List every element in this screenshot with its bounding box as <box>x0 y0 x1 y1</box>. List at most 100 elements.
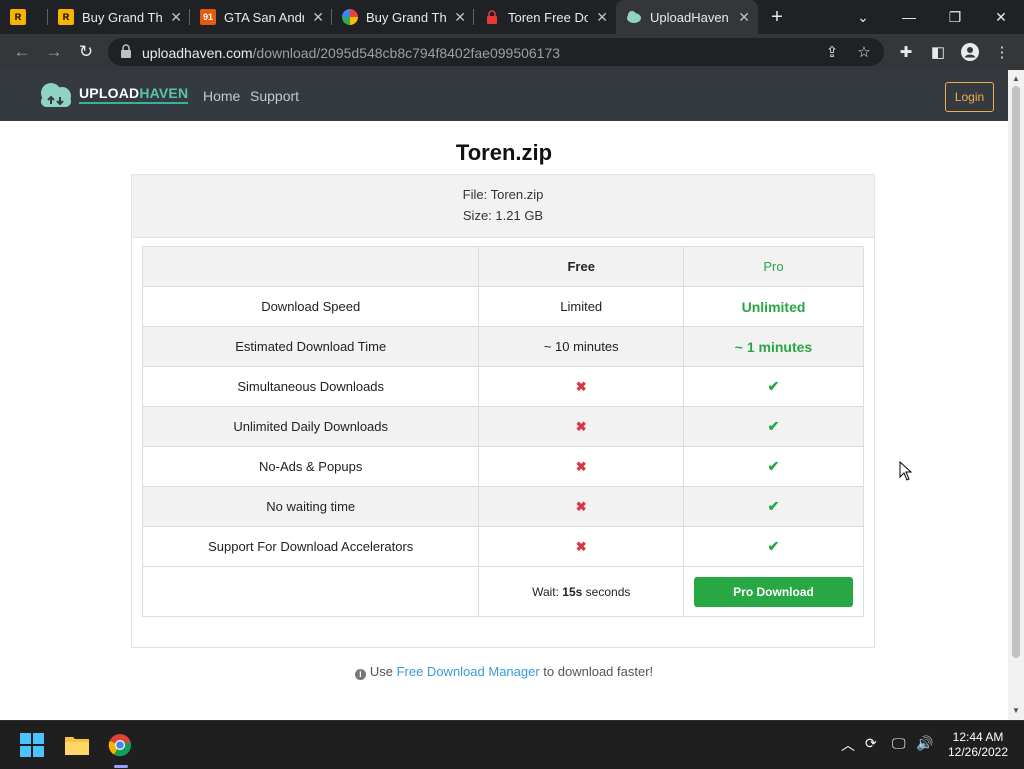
browser-tab[interactable]: Buy Grand The ✕ <box>332 0 474 34</box>
red-lock-icon <box>484 9 500 25</box>
table-row: Unlimited Daily Downloads ✖ ✔ <box>141 406 864 447</box>
pro-value: ✔ <box>683 486 864 527</box>
info-icon: i <box>354 669 366 680</box>
table-row: Download Speed Limited Unlimited <box>141 286 864 327</box>
table-row: No waiting time ✖ ✔ <box>141 486 864 527</box>
table-header-row: Free Pro <box>141 246 864 287</box>
rockstar-icon: R <box>10 9 26 25</box>
free-column-header: Free <box>478 246 685 287</box>
pro-download-button[interactable]: Pro Download <box>694 576 854 607</box>
restore-icon[interactable]: ❐ <box>932 0 978 34</box>
uploadhaven-icon <box>626 9 642 25</box>
scroll-down-icon[interactable]: ▼ <box>1012 706 1020 715</box>
multicolor-icon <box>342 9 358 25</box>
free-value: ✖ <box>478 406 685 447</box>
cross-icon: ✖ <box>575 538 587 554</box>
feature-label: Simultaneous Downloads <box>141 366 480 407</box>
login-button[interactable]: Login <box>945 82 994 112</box>
scrollbar-thumb[interactable] <box>1012 86 1020 658</box>
free-value: ✖ <box>478 526 685 567</box>
site-91-icon: 91 <box>200 9 216 25</box>
free-value: ✖ <box>478 366 685 407</box>
tab-title: Toren Free Do <box>508 9 588 25</box>
feature-label: No-Ads & Popups <box>141 446 480 487</box>
free-value: Limited <box>478 286 685 327</box>
url-text: uploadhaven.com/download/2095d548cb8c794… <box>142 45 561 61</box>
table-header-cell <box>141 246 480 287</box>
windows-start-icon[interactable] <box>16 729 48 761</box>
check-icon: ✔ <box>767 538 780 554</box>
menu-kebab-icon[interactable]: ⋮ <box>990 40 1014 64</box>
forward-icon[interactable]: → <box>42 40 66 64</box>
minimize-icon[interactable]: — <box>886 0 932 34</box>
bookmark-star-icon[interactable]: ☆ <box>852 40 876 64</box>
profile-icon[interactable] <box>958 40 982 64</box>
back-icon[interactable]: ← <box>10 40 34 64</box>
extensions-icon[interactable]: ✚ <box>894 40 918 64</box>
table-row: Estimated Download Time ~ 10 minutes ~ 1… <box>141 326 864 367</box>
browser-tab[interactable]: Toren Free Do ✕ <box>474 0 616 34</box>
close-tab-icon[interactable]: ✕ <box>454 9 466 25</box>
show-hidden-icons-icon[interactable]: ︿ <box>841 735 855 755</box>
check-icon: ✔ <box>767 418 780 434</box>
tab-title: Buy Grand The <box>82 9 162 25</box>
taskbar-clock[interactable]: 12:44 AM 12/26/2022 <box>940 730 1016 760</box>
empty-cell <box>141 566 480 617</box>
browser-tab-active[interactable]: UploadHaven ✕ <box>616 0 758 34</box>
nav-support-link[interactable]: Support <box>250 88 299 104</box>
close-tab-icon[interactable]: ✕ <box>738 9 750 25</box>
close-tab-icon[interactable]: ✕ <box>312 9 324 25</box>
download-tip: i Use Free Download Manager to download f… <box>0 664 1008 680</box>
feature-label: Unlimited Daily Downloads <box>141 406 480 447</box>
site-header: UPLOADHAVEN Home Support Login <box>0 70 1008 121</box>
check-icon: ✔ <box>767 378 780 394</box>
close-tab-icon[interactable]: ✕ <box>170 9 182 25</box>
address-bar[interactable]: uploadhaven.com/download/2095d548cb8c794… <box>108 38 884 66</box>
clock-date: 12/26/2022 <box>947 745 1009 759</box>
cross-icon: ✖ <box>575 458 587 474</box>
windows-taskbar: ︿ ⟳ 🖵 🔊 12:44 AM 12/26/2022 <box>0 720 1024 769</box>
side-panel-icon[interactable]: ◧ <box>926 40 950 64</box>
chrome-icon[interactable] <box>104 729 136 761</box>
page-scrollbar[interactable]: ▲ ▼ <box>1008 70 1024 720</box>
cross-icon: ✖ <box>575 498 587 514</box>
browser-tab[interactable]: R Buy Grand The ✕ <box>48 0 190 34</box>
feature-label: No waiting time <box>141 486 480 527</box>
scroll-up-icon[interactable]: ▲ <box>1012 74 1020 83</box>
tab-title: GTA San Andre <box>224 9 304 25</box>
volume-icon[interactable]: 🔊 <box>916 735 933 752</box>
cross-icon: ✖ <box>575 378 587 394</box>
pro-value: ✔ <box>683 526 864 567</box>
close-tab-icon[interactable]: ✕ <box>596 9 608 25</box>
free-value: ✖ <box>478 486 685 527</box>
sync-icon[interactable]: ⟳ <box>865 735 877 752</box>
rockstar-icon: R <box>58 9 74 25</box>
network-icon[interactable]: 🖵 <box>892 735 906 752</box>
browser-tab[interactable]: R <box>0 0 48 34</box>
plan-comparison-table: Free Pro Download Speed Limited Unlimite… <box>141 246 864 617</box>
share-icon[interactable]: ⇪ <box>820 40 844 64</box>
pro-value: ✔ <box>683 406 864 447</box>
tab-search-icon[interactable]: ⌄ <box>840 0 886 34</box>
file-title: Toren.zip <box>455 140 553 165</box>
browser-toolbar: ← → ↻ uploadhaven.com/download/2095d548c… <box>0 34 1024 70</box>
check-icon: ✔ <box>767 458 780 474</box>
table-row: Simultaneous Downloads ✖ ✔ <box>141 366 864 407</box>
cross-icon: ✖ <box>575 418 587 434</box>
tab-title: UploadHaven <box>650 9 729 25</box>
new-tab-icon[interactable]: + <box>754 0 800 34</box>
close-window-icon[interactable]: ✕ <box>978 0 1024 34</box>
cloud-logo-icon <box>37 80 73 108</box>
file-info-panel: File: Toren.zip Size: 1.21 GB <box>132 175 874 238</box>
browser-tab-strip: R R Buy Grand The ✕ 91 GTA San Andre ✕ B… <box>0 0 1024 34</box>
browser-tab[interactable]: 91 GTA San Andre ✕ <box>190 0 332 34</box>
file-explorer-icon[interactable] <box>61 729 93 761</box>
nav-home-link[interactable]: Home <box>203 88 240 104</box>
clock-time: 12:44 AM <box>952 730 1004 744</box>
check-icon: ✔ <box>767 498 780 514</box>
reload-icon[interactable]: ↻ <box>74 40 98 64</box>
lock-icon <box>120 44 132 63</box>
site-logo[interactable]: UPLOADHAVEN <box>37 80 189 108</box>
free-download-manager-link[interactable]: Free Download Manager <box>397 664 540 679</box>
free-value: ~ 10 minutes <box>478 326 685 367</box>
